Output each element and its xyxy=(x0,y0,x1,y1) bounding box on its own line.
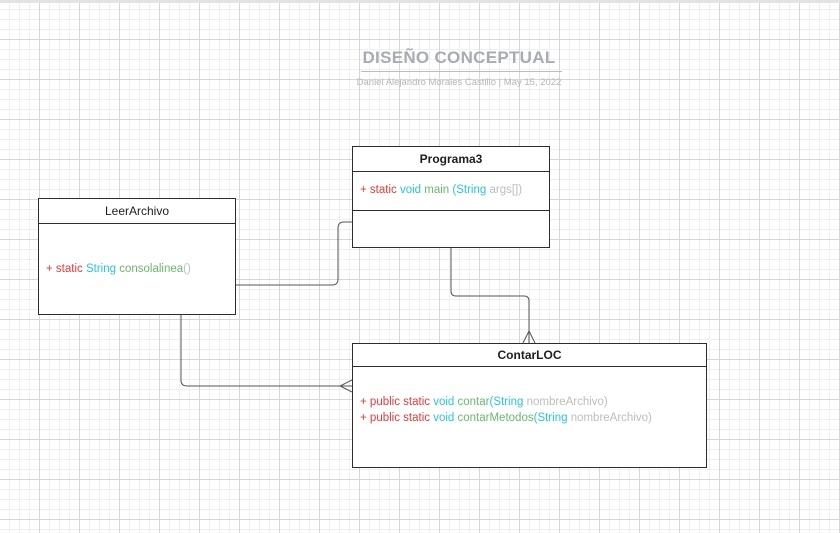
class-contarloc[interactable]: ContarLOC + public static void contar(St… xyxy=(352,343,707,468)
op-keyword-void: void xyxy=(399,184,425,196)
op-keyword-static: static xyxy=(403,412,434,424)
op-method-name: consolalinea xyxy=(119,263,184,275)
op-keyword-void: void xyxy=(433,412,458,424)
op-visibility: + xyxy=(360,412,370,424)
connector-programa3-contarloc[interactable] xyxy=(450,248,530,343)
op-param-type: String xyxy=(537,412,571,424)
op-keyword-void: void xyxy=(433,396,458,408)
class-operations: + public static void contar(String nombr… xyxy=(353,367,706,426)
op-keyword-public: public xyxy=(369,396,404,408)
op-visibility: + xyxy=(360,184,370,196)
op-param-type: String xyxy=(456,184,490,196)
class-name: ContarLOC xyxy=(353,344,706,367)
class-leerarchivo[interactable]: LeerArchivo + static String consolalinea… xyxy=(38,198,236,315)
op-keyword-static: static xyxy=(369,184,400,196)
connector-arrowhead-top xyxy=(522,329,536,344)
class-programa3[interactable]: Programa3 + static void main (String arg… xyxy=(352,146,550,248)
op-visibility: + xyxy=(46,263,56,275)
class-empty-compartment xyxy=(353,211,549,245)
op-keyword-public: public xyxy=(369,412,404,424)
op-keyword-static: static xyxy=(55,263,86,275)
op-visibility: + xyxy=(360,396,370,408)
class-operations: + static String consolalinea() xyxy=(39,224,235,277)
class-name: LeerArchivo xyxy=(39,199,235,224)
op-param-type: String xyxy=(493,396,527,408)
op-keyword-static: static xyxy=(403,396,434,408)
op-param-name: nombreArchivo) xyxy=(526,396,608,408)
op-method-name: contar xyxy=(457,396,490,408)
class-name: Programa3 xyxy=(353,147,549,172)
op-param-name: args[]) xyxy=(489,184,523,196)
op-params: () xyxy=(183,263,191,275)
operation-contar: + public static void contar(String nombr… xyxy=(360,394,706,410)
op-return-type: String xyxy=(85,263,120,275)
connector-leerarchivo-programa3[interactable] xyxy=(235,221,352,286)
class-operations: + static void main (String args[]) xyxy=(353,172,549,211)
op-method-name: main xyxy=(424,184,453,196)
connector-arrowhead-left xyxy=(338,379,353,393)
connector-leerarchivo-contarloc[interactable] xyxy=(180,314,352,387)
op-method-name: contarMetodos xyxy=(457,412,534,424)
operation-consolalinea: + static String consolalinea() xyxy=(46,261,235,277)
operation-contarmetodos: + public static void contarMetodos(Strin… xyxy=(360,410,706,426)
op-param-name: nombreArchivo) xyxy=(570,412,652,424)
operation-main: + static void main (String args[]) xyxy=(360,182,549,198)
